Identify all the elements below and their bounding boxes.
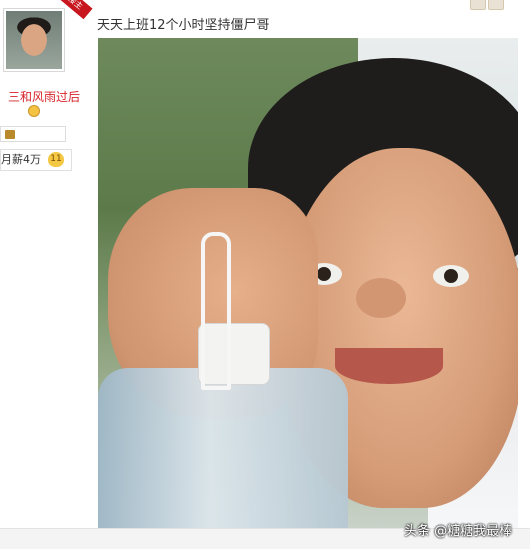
medal-icon[interactable] <box>5 130 15 139</box>
avatar[interactable] <box>6 11 62 69</box>
avatar-frame[interactable] <box>3 8 65 72</box>
gift-icon[interactable] <box>488 0 504 10</box>
nose <box>356 278 406 318</box>
top-icon-row <box>470 0 530 10</box>
salary-text: 月薪4万 <box>1 153 41 166</box>
post-photo[interactable] <box>98 38 518 528</box>
salary-row: 月薪4万 11 <box>0 149 72 171</box>
water-bottle <box>98 368 348 528</box>
gift-icon[interactable] <box>470 0 486 10</box>
badge-row[interactable] <box>0 126 66 142</box>
right-eye <box>433 265 469 287</box>
post-title: 天天上班12个小时坚持僵尸哥 <box>97 18 270 33</box>
bottle-strap <box>201 232 231 390</box>
mouth <box>335 348 443 384</box>
level-badge-icon[interactable]: 11 <box>48 152 64 167</box>
watermark: 头条 @糖糖我最棒 <box>404 524 513 539</box>
username-link[interactable]: 三和风雨过后 <box>8 88 80 105</box>
smile-emoji-icon <box>28 105 40 117</box>
user-sidebar: 楼主 三和风雨过后 月薪4万 11 <box>0 0 93 530</box>
